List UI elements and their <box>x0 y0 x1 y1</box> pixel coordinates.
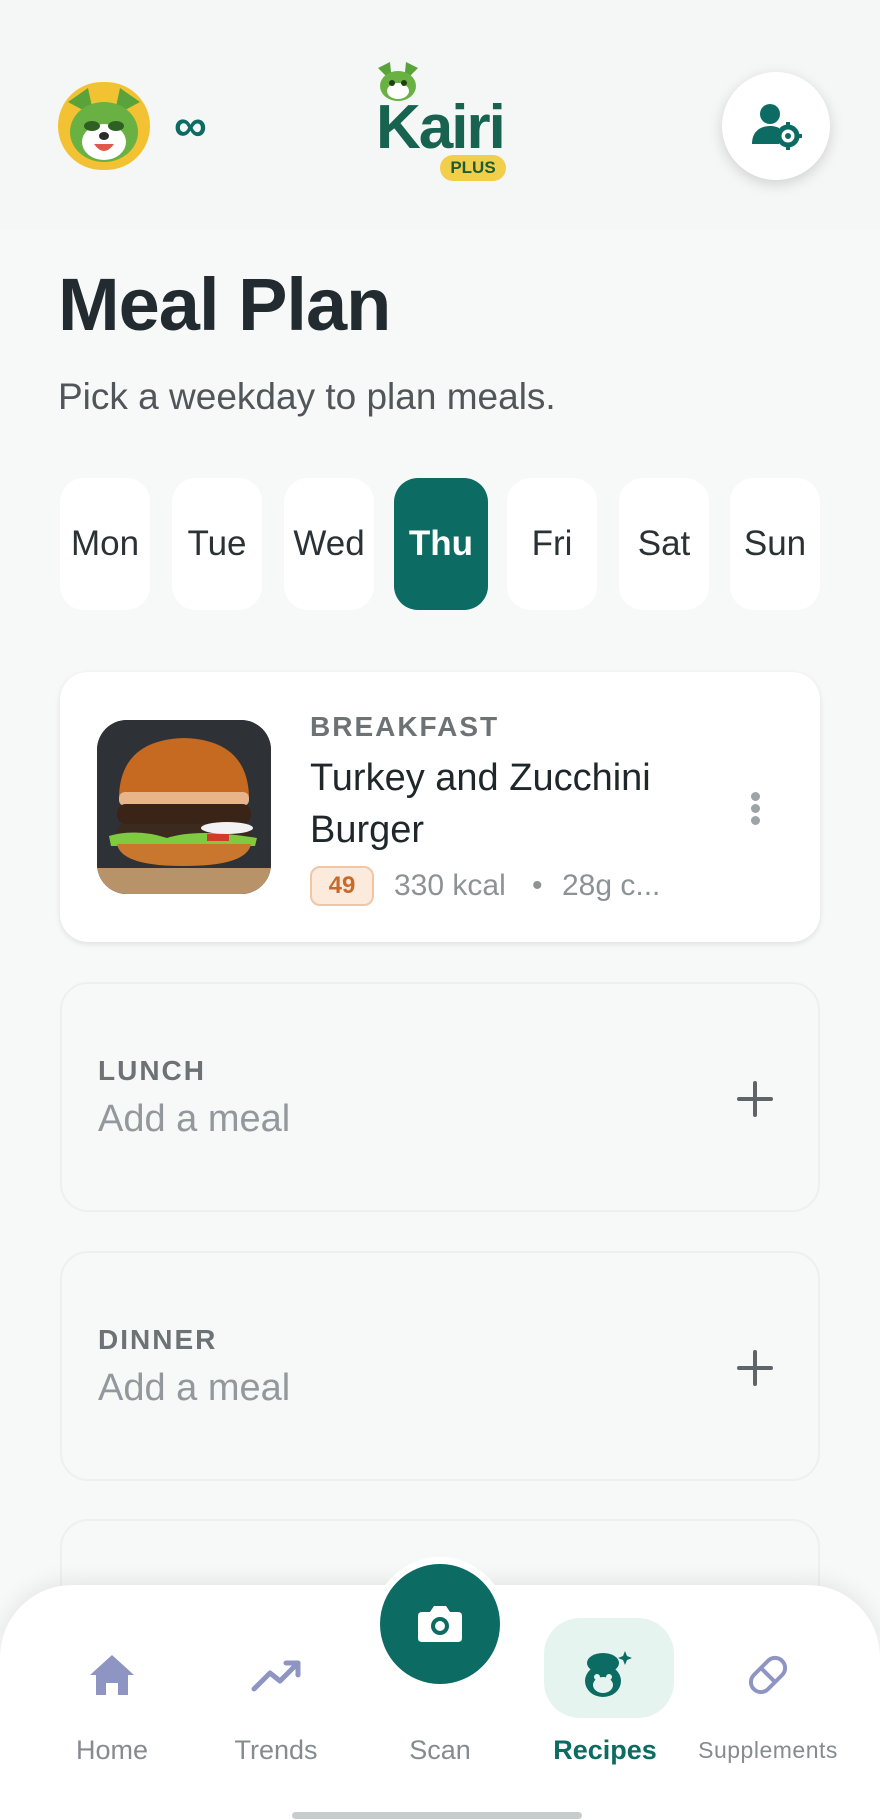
chef-mascot-icon <box>585 1651 632 1697</box>
health-score-badge: 49 <box>310 866 374 906</box>
day-tue[interactable]: Tue <box>172 478 262 610</box>
nav-supplements-label: Supplements <box>698 1737 838 1763</box>
nav-trends[interactable]: Trends <box>196 1585 356 1765</box>
day-fri[interactable]: Fri <box>507 478 597 610</box>
meal-type-label: BREAKFAST <box>310 711 500 742</box>
nav-trends-label: Trends <box>234 1735 318 1765</box>
nav-home[interactable]: Home <box>32 1585 192 1765</box>
more-options-icon[interactable] <box>736 772 776 842</box>
meal-type-label: DINNER <box>98 1324 218 1355</box>
page-subtitle: Pick a weekday to plan meals. <box>58 376 556 417</box>
streak-infinity: ∞ <box>174 99 207 151</box>
camera-icon <box>418 1606 462 1642</box>
burger-photo <box>97 720 271 894</box>
nav-recipes[interactable]: Recipes <box>525 1585 685 1765</box>
meal-type-label: LUNCH <box>98 1055 206 1086</box>
add-meal-placeholder: Add a meal <box>98 1367 291 1409</box>
nav-scan-label: Scan <box>409 1735 471 1765</box>
meta-separator: • <box>532 869 543 902</box>
add-dinner-plus-icon[interactable] <box>730 1343 780 1393</box>
meal-name: Turkey and Zucchini Burger <box>310 757 651 851</box>
nav-home-label: Home <box>75 1735 149 1765</box>
home-indicator[interactable] <box>292 1812 582 1819</box>
app-logo: Kairi PLUS <box>370 60 510 185</box>
lunch-meal-slot[interactable]: LUNCH Add a meal <box>60 982 820 1212</box>
bottom-navigation: Home Trends Scan Recipes Supplements <box>0 1557 880 1819</box>
mascot-avatar-icon[interactable] <box>58 82 150 170</box>
home-icon <box>90 1655 134 1695</box>
breakfast-meal-card[interactable]: BREAKFAST Turkey and Zucchini Burger 49 … <box>60 672 820 942</box>
profile-settings-button[interactable] <box>722 72 830 180</box>
nav-supplements[interactable]: Supplements <box>688 1585 848 1765</box>
weekday-picker: Mon Tue Wed Thu Fri Sat Sun <box>60 478 820 612</box>
macro-text: 28g c... <box>562 869 661 902</box>
page-title: Meal Plan <box>58 263 391 346</box>
add-lunch-plus-icon[interactable] <box>730 1074 780 1124</box>
day-sat[interactable]: Sat <box>619 478 709 610</box>
top-header: ∞ Kairi PLUS <box>0 0 880 230</box>
day-mon[interactable]: Mon <box>60 478 150 610</box>
add-meal-placeholder: Add a meal <box>98 1098 291 1140</box>
logo-wordmark: Kairi <box>376 93 506 162</box>
meal-meta: 49 330 kcal • 28g c... <box>310 866 750 906</box>
day-wed[interactable]: Wed <box>284 478 374 610</box>
dinner-meal-slot[interactable]: DINNER Add a meal <box>60 1251 820 1481</box>
nav-recipes-label: Recipes <box>553 1735 657 1765</box>
calorie-text: 330 kcal <box>394 869 506 902</box>
meal-plan-screen: ∞ Kairi PLUS Meal Plan Pick a weekday to… <box>0 0 880 1819</box>
trend-line-icon <box>251 1660 301 1692</box>
scan-button[interactable] <box>373 1557 507 1691</box>
plus-badge: PLUS <box>440 155 506 181</box>
day-thu[interactable]: Thu <box>394 478 488 610</box>
user-gear-icon <box>752 104 802 150</box>
pill-icon <box>748 1655 788 1695</box>
nav-scan[interactable]: Scan <box>360 1557 520 1765</box>
day-sun[interactable]: Sun <box>730 478 820 610</box>
